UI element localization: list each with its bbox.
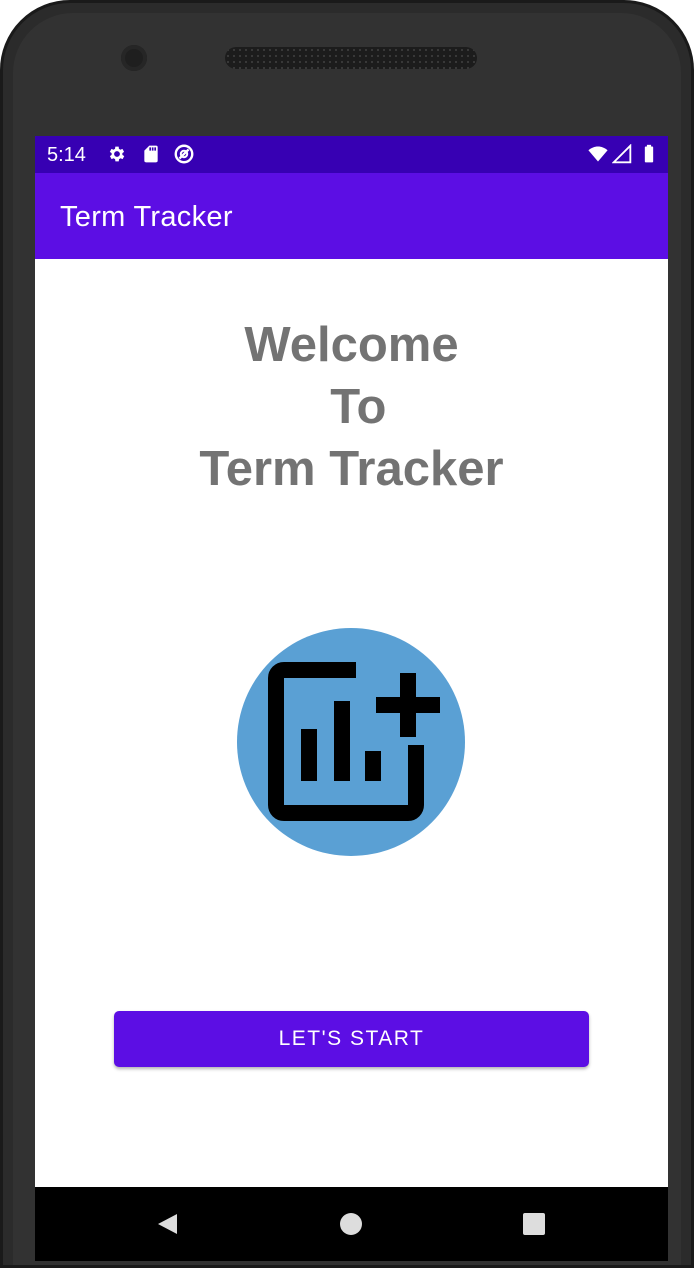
welcome-line: To — [316, 380, 387, 434]
speaker-grille — [225, 47, 477, 69]
sd-card-icon — [144, 145, 158, 163]
lets-start-button[interactable]: LET'S START — [114, 1011, 589, 1067]
camera-icon — [121, 45, 147, 71]
sync-icon — [174, 144, 194, 164]
status-bar: 5:14 — [35, 136, 668, 173]
recents-icon[interactable] — [519, 1209, 549, 1239]
settings-icon — [109, 146, 125, 162]
welcome-heading: Welcome To Term Tracker — [35, 314, 668, 500]
welcome-line: Welcome — [244, 318, 459, 372]
device-frame: 5:14 Term Tracker Welcome To Term Tracke… — [0, 0, 694, 1268]
battery-icon — [644, 144, 654, 163]
phone-screen: 5:14 Term Tracker Welcome To Term Tracke… — [35, 136, 668, 1261]
home-icon[interactable] — [336, 1209, 366, 1239]
signal-icon — [612, 144, 632, 164]
app-bar: Term Tracker — [35, 173, 668, 259]
wifi-icon — [588, 146, 608, 162]
status-time: 5:14 — [47, 144, 86, 166]
add-chart-icon — [237, 628, 465, 856]
back-icon[interactable] — [153, 1209, 183, 1239]
navigation-bar — [35, 1187, 668, 1261]
welcome-line: Term Tracker — [199, 442, 504, 496]
app-title: Term Tracker — [60, 201, 233, 233]
